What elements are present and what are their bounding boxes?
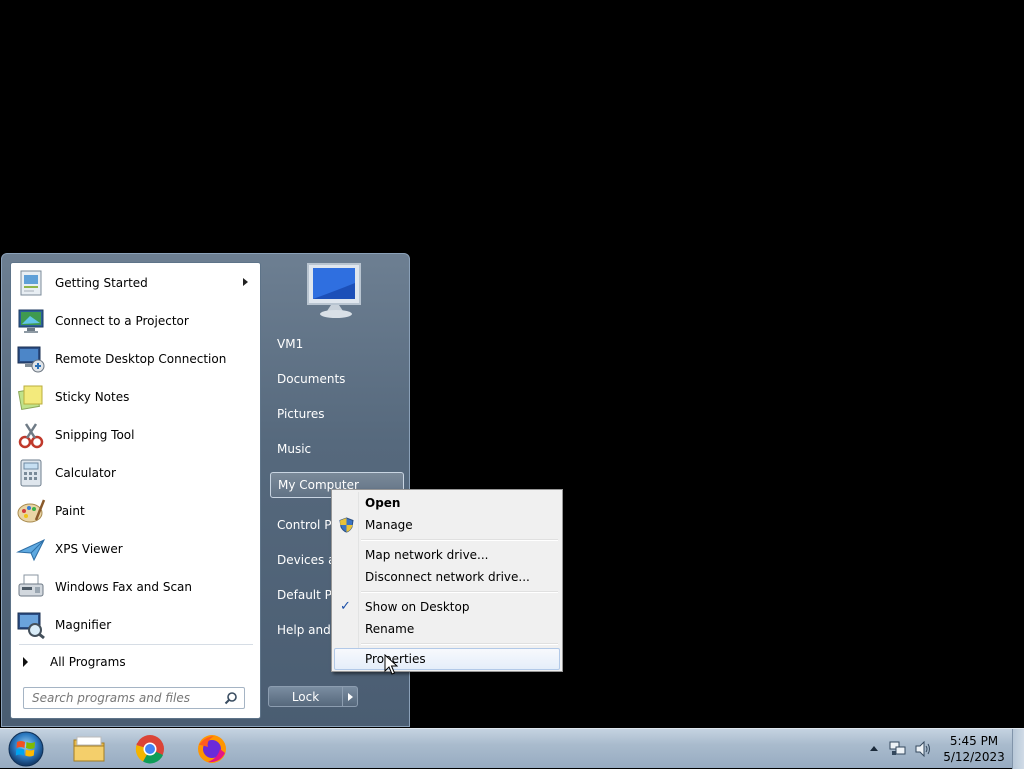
program-label: Sticky Notes <box>55 390 130 404</box>
program-label: Windows Fax and Scan <box>55 580 193 594</box>
submenu-arrow-icon <box>243 278 248 286</box>
show-hidden-icons-arrow-icon[interactable] <box>869 744 879 752</box>
program-calculator[interactable]: Calculator <box>13 455 258 491</box>
search-input[interactable] <box>24 688 235 708</box>
all-programs-divider <box>19 644 253 645</box>
taskbar: 5:45 PM 5/12/2023 <box>0 728 1024 769</box>
program-connect-projector[interactable]: Connect to a Projector <box>13 303 258 339</box>
program-label: Getting Started <box>55 276 148 290</box>
context-menu-separator <box>361 643 558 645</box>
user-picture-icon[interactable] <box>305 261 371 321</box>
taskbar-chrome[interactable] <box>128 731 172 767</box>
context-item-label: Show on Desktop <box>365 600 470 614</box>
chrome-icon <box>135 735 164 764</box>
magnifier-icon <box>15 609 47 641</box>
context-item-label: Rename <box>365 622 415 636</box>
expand-arrow-icon <box>23 657 28 667</box>
mouse-cursor-icon <box>384 654 398 675</box>
start-button[interactable] <box>6 730 46 768</box>
network-icon[interactable] <box>889 741 907 757</box>
program-label: Remote Desktop Connection <box>55 352 227 366</box>
program-remote-desktop[interactable]: Remote Desktop Connection <box>13 341 258 377</box>
lock-button[interactable]: Lock <box>268 686 343 707</box>
context-menu: Open Manage Map network drive... Disconn… <box>331 489 563 672</box>
start-menu-programs-pane: Getting Started Connect to a Projector R… <box>10 262 261 719</box>
projector-icon <box>15 305 47 337</box>
program-snipping-tool[interactable]: Snipping Tool <box>13 417 258 453</box>
checkmark-icon: ✓ <box>340 599 351 614</box>
all-programs-label: All Programs <box>50 655 126 669</box>
xps-viewer-icon <box>15 533 47 565</box>
program-label: Calculator <box>55 466 116 480</box>
context-item-label: Map network drive... <box>365 548 489 562</box>
right-item-label: Documents <box>277 372 346 386</box>
right-item-pictures[interactable]: Pictures <box>270 401 404 427</box>
program-label: Paint <box>55 504 85 518</box>
volume-icon[interactable] <box>914 741 932 757</box>
program-sticky-notes[interactable]: Sticky Notes <box>13 379 258 415</box>
right-item-label: VM1 <box>277 337 304 351</box>
calculator-icon <box>15 457 47 489</box>
right-item-music[interactable]: Music <box>270 436 404 462</box>
sticky-notes-icon <box>15 381 47 413</box>
search-box <box>23 687 245 709</box>
context-item-rename[interactable]: Rename <box>334 618 560 640</box>
right-item-user[interactable]: VM1 <box>270 331 404 357</box>
program-xps-viewer[interactable]: XPS Viewer <box>13 531 258 567</box>
program-label: Connect to a Projector <box>55 314 189 328</box>
right-item-documents[interactable]: Documents <box>270 366 404 392</box>
search-icon[interactable] <box>224 691 238 705</box>
context-item-properties[interactable]: Properties <box>334 648 560 670</box>
program-magnifier[interactable]: Magnifier <box>13 607 258 643</box>
context-item-map-drive[interactable]: Map network drive... <box>334 544 560 566</box>
shutdown-options-button[interactable] <box>343 686 358 707</box>
right-item-label: Music <box>277 442 312 456</box>
clock[interactable]: 5:45 PM 5/12/2023 <box>936 733 1012 765</box>
taskbar-firefox[interactable] <box>190 731 234 767</box>
context-item-label: Manage <box>365 518 413 532</box>
context-menu-separator <box>361 591 558 593</box>
all-programs-button[interactable]: All Programs <box>17 651 255 673</box>
context-item-manage[interactable]: Manage <box>334 514 560 536</box>
context-item-disconnect-drive[interactable]: Disconnect network drive... <box>334 566 560 588</box>
program-label: Magnifier <box>55 618 112 632</box>
program-getting-started[interactable]: Getting Started <box>13 265 258 301</box>
show-desktop-button[interactable] <box>1012 729 1024 769</box>
file-explorer-icon <box>73 736 105 762</box>
right-item-label: Control Pa <box>277 518 339 532</box>
uac-shield-icon <box>339 517 354 533</box>
right-item-label: Pictures <box>277 407 325 421</box>
snipping-tool-icon <box>15 419 47 451</box>
chevron-right-icon <box>348 693 353 701</box>
context-item-show-on-desktop[interactable]: ✓ Show on Desktop <box>334 596 560 618</box>
program-label: Snipping Tool <box>55 428 135 442</box>
context-item-label: Disconnect network drive... <box>365 570 530 584</box>
context-item-label: Open <box>365 496 401 510</box>
fax-scan-icon <box>15 571 47 603</box>
context-menu-separator <box>361 539 558 541</box>
lock-label: Lock <box>291 689 320 704</box>
paint-icon <box>15 495 47 527</box>
program-label: XPS Viewer <box>55 542 123 556</box>
clock-time: 5:45 PM <box>949 734 999 748</box>
taskbar-file-explorer[interactable] <box>67 731 111 767</box>
clock-date: 5/12/2023 <box>943 750 1005 764</box>
right-item-label: Default Pr <box>277 588 337 602</box>
program-paint[interactable]: Paint <box>13 493 258 529</box>
remote-desktop-icon <box>15 343 47 375</box>
getting-started-icon <box>15 267 47 299</box>
firefox-icon <box>198 735 226 763</box>
program-fax-scan[interactable]: Windows Fax and Scan <box>13 569 258 605</box>
context-item-open[interactable]: Open <box>334 492 560 514</box>
